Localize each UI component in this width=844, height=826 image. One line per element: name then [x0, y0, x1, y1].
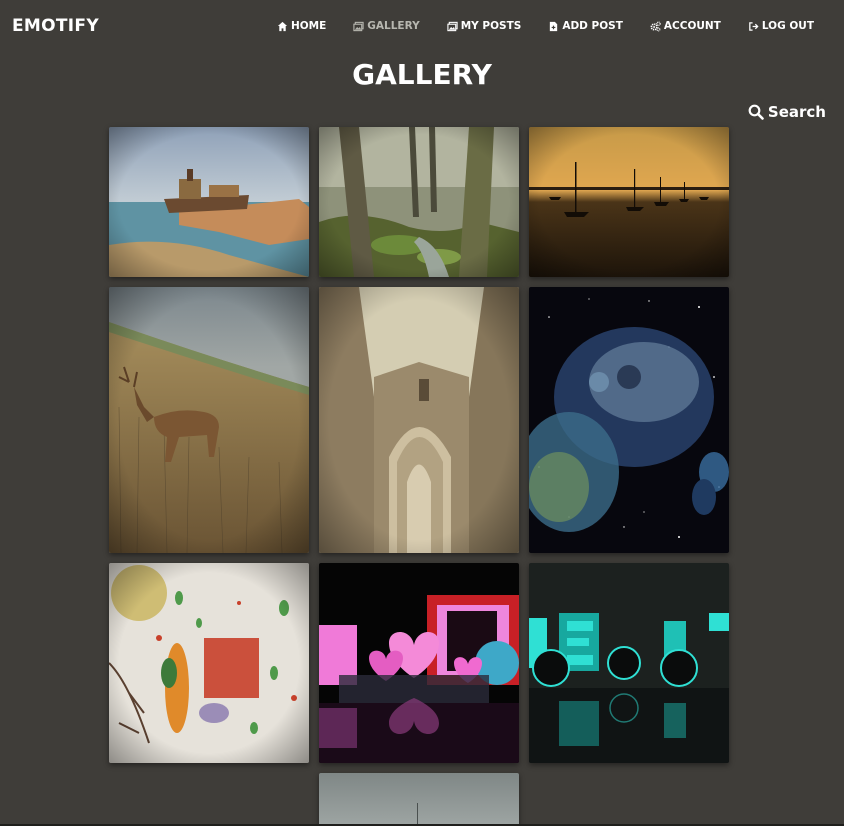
- gallery-image-grey-landscape[interactable]: [319, 773, 519, 826]
- gallery-grid: [0, 0, 844, 826]
- gallery-image-space-bubble[interactable]: [529, 287, 729, 553]
- gallery-image-neon-text[interactable]: [529, 563, 729, 763]
- gallery-image-gothic-arch[interactable]: [319, 287, 519, 553]
- gallery-image-child-painting[interactable]: [109, 563, 309, 763]
- gallery-image-sailboats[interactable]: [529, 127, 729, 277]
- gallery-image-shipwreck[interactable]: [109, 127, 309, 277]
- gallery-image-forest[interactable]: [319, 127, 519, 277]
- gallery-image-hearts-3d[interactable]: [319, 563, 519, 763]
- gallery-image-deer[interactable]: [109, 287, 309, 553]
